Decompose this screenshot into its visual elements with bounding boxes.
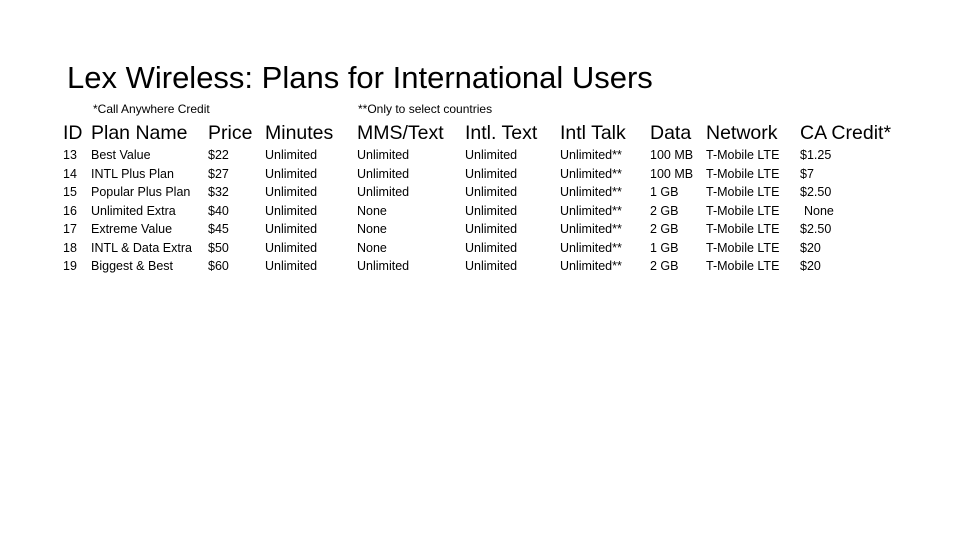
cell-network: T-Mobile LTE xyxy=(706,148,780,162)
cell-ca-credit: $1.25 xyxy=(800,148,832,162)
cell-ca-credit: $20 xyxy=(800,259,821,273)
page-title: Lex Wireless: Plans for International Us… xyxy=(67,60,653,95)
cell-mms-text: None xyxy=(357,203,387,218)
cell-mms-text: Unlimited xyxy=(357,166,410,181)
cell-ca-credit: $2.50 xyxy=(800,222,832,236)
cell-id: 18 xyxy=(63,240,77,255)
cell-price: $32 xyxy=(208,185,229,199)
cell-id: 14 xyxy=(63,166,77,181)
cell-id: 13 xyxy=(63,148,77,162)
cell-intl-text: Unlimited xyxy=(465,203,518,218)
cell-mms-text: None xyxy=(357,240,387,255)
cell-mms-text: Unlimited xyxy=(357,185,410,199)
cell-minutes: Unlimited xyxy=(265,222,318,236)
table-row: 16 Unlimited Extra $40 Unlimited None Un… xyxy=(63,202,910,221)
footnote-call-anywhere-credit: *Call Anywhere Credit xyxy=(93,102,210,116)
cell-intl-text: Unlimited xyxy=(465,185,518,199)
table-row: 14 INTL Plus Plan $27 Unlimited Unlimite… xyxy=(63,165,910,184)
cell-ca-credit: $7 xyxy=(800,166,814,181)
table-row: 15 Popular Plus Plan $32 Unlimited Unlim… xyxy=(63,183,910,202)
cell-ca-credit: $2.50 xyxy=(800,185,832,199)
cell-mms-text: Unlimited xyxy=(357,259,410,273)
cell-minutes: Unlimited xyxy=(265,166,318,181)
cell-network: T-Mobile LTE xyxy=(706,240,780,255)
header-intl-text: Intl. Text xyxy=(465,122,538,144)
cell-intl-talk: Unlimited** xyxy=(560,222,622,236)
cell-intl-talk: Unlimited** xyxy=(560,185,622,199)
cell-plan-name: INTL Plus Plan xyxy=(91,166,174,181)
cell-data: 2 GB xyxy=(650,259,679,273)
header-plan-name: Plan Name xyxy=(91,122,188,144)
table-row: 13 Best Value $22 Unlimited Unlimited Un… xyxy=(63,146,910,165)
cell-plan-name: Biggest & Best xyxy=(91,259,173,273)
cell-intl-talk: Unlimited** xyxy=(560,203,622,218)
cell-price: $50 xyxy=(208,240,229,255)
cell-id: 15 xyxy=(63,185,77,199)
cell-intl-talk: Unlimited** xyxy=(560,148,622,162)
cell-minutes: Unlimited xyxy=(265,148,318,162)
cell-price: $27 xyxy=(208,166,229,181)
cell-minutes: Unlimited xyxy=(265,203,318,218)
cell-price: $45 xyxy=(208,222,229,236)
cell-network: T-Mobile LTE xyxy=(706,222,780,236)
cell-mms-text: None xyxy=(357,222,387,236)
plans-table: ID Plan Name Price Minutes MMS/Text Intl… xyxy=(63,120,910,276)
cell-id: 16 xyxy=(63,203,77,218)
cell-plan-name: Unlimited Extra xyxy=(91,203,176,218)
cell-price: $40 xyxy=(208,203,229,218)
cell-ca-credit: None xyxy=(804,203,834,218)
cell-plan-name: Popular Plus Plan xyxy=(91,185,191,199)
cell-ca-credit: $20 xyxy=(800,240,821,255)
table-header-row: ID Plan Name Price Minutes MMS/Text Intl… xyxy=(63,120,910,146)
cell-intl-text: Unlimited xyxy=(465,166,518,181)
cell-minutes: Unlimited xyxy=(265,240,318,255)
cell-data: 2 GB xyxy=(650,203,679,218)
cell-network: T-Mobile LTE xyxy=(706,166,780,181)
cell-intl-text: Unlimited xyxy=(465,148,518,162)
cell-intl-text: Unlimited xyxy=(465,222,518,236)
cell-data: 100 MB xyxy=(650,166,694,181)
cell-plan-name: Best Value xyxy=(91,148,151,162)
header-data: Data xyxy=(650,122,692,144)
table-row: 18 INTL & Data Extra $50 Unlimited None … xyxy=(63,239,910,258)
cell-minutes: Unlimited xyxy=(265,259,318,273)
header-intl-talk: Intl Talk xyxy=(560,122,626,144)
cell-data: 1 GB xyxy=(650,240,679,255)
cell-data: 1 GB xyxy=(650,185,679,199)
cell-id: 17 xyxy=(63,222,77,236)
header-id: ID xyxy=(63,122,83,144)
cell-intl-talk: Unlimited** xyxy=(560,240,622,255)
cell-data: 2 GB xyxy=(650,222,679,236)
cell-network: T-Mobile LTE xyxy=(706,203,780,218)
header-minutes: Minutes xyxy=(265,122,334,144)
footnote-select-countries: **Only to select countries xyxy=(358,102,493,116)
header-mms-text: MMS/Text xyxy=(357,122,444,144)
header-network: Network xyxy=(706,122,778,144)
header-ca-credit: CA Credit* xyxy=(800,122,892,144)
cell-intl-talk: Unlimited** xyxy=(560,166,622,181)
cell-intl-text: Unlimited xyxy=(465,240,518,255)
cell-intl-text: Unlimited xyxy=(465,259,518,273)
table-row: 19 Biggest & Best $60 Unlimited Unlimite… xyxy=(63,257,910,276)
cell-plan-name: Extreme Value xyxy=(91,222,173,236)
cell-data: 100 MB xyxy=(650,148,694,162)
cell-minutes: Unlimited xyxy=(265,185,318,199)
cell-intl-talk: Unlimited** xyxy=(560,259,622,273)
cell-price: $60 xyxy=(208,259,229,273)
cell-network: T-Mobile LTE xyxy=(706,259,780,273)
header-price: Price xyxy=(208,122,253,144)
cell-network: T-Mobile LTE xyxy=(706,185,780,199)
table-row: 17 Extreme Value $45 Unlimited None Unli… xyxy=(63,220,910,239)
cell-id: 19 xyxy=(63,259,77,273)
cell-plan-name: INTL & Data Extra xyxy=(91,240,192,255)
cell-mms-text: Unlimited xyxy=(357,148,410,162)
cell-price: $22 xyxy=(208,148,229,162)
